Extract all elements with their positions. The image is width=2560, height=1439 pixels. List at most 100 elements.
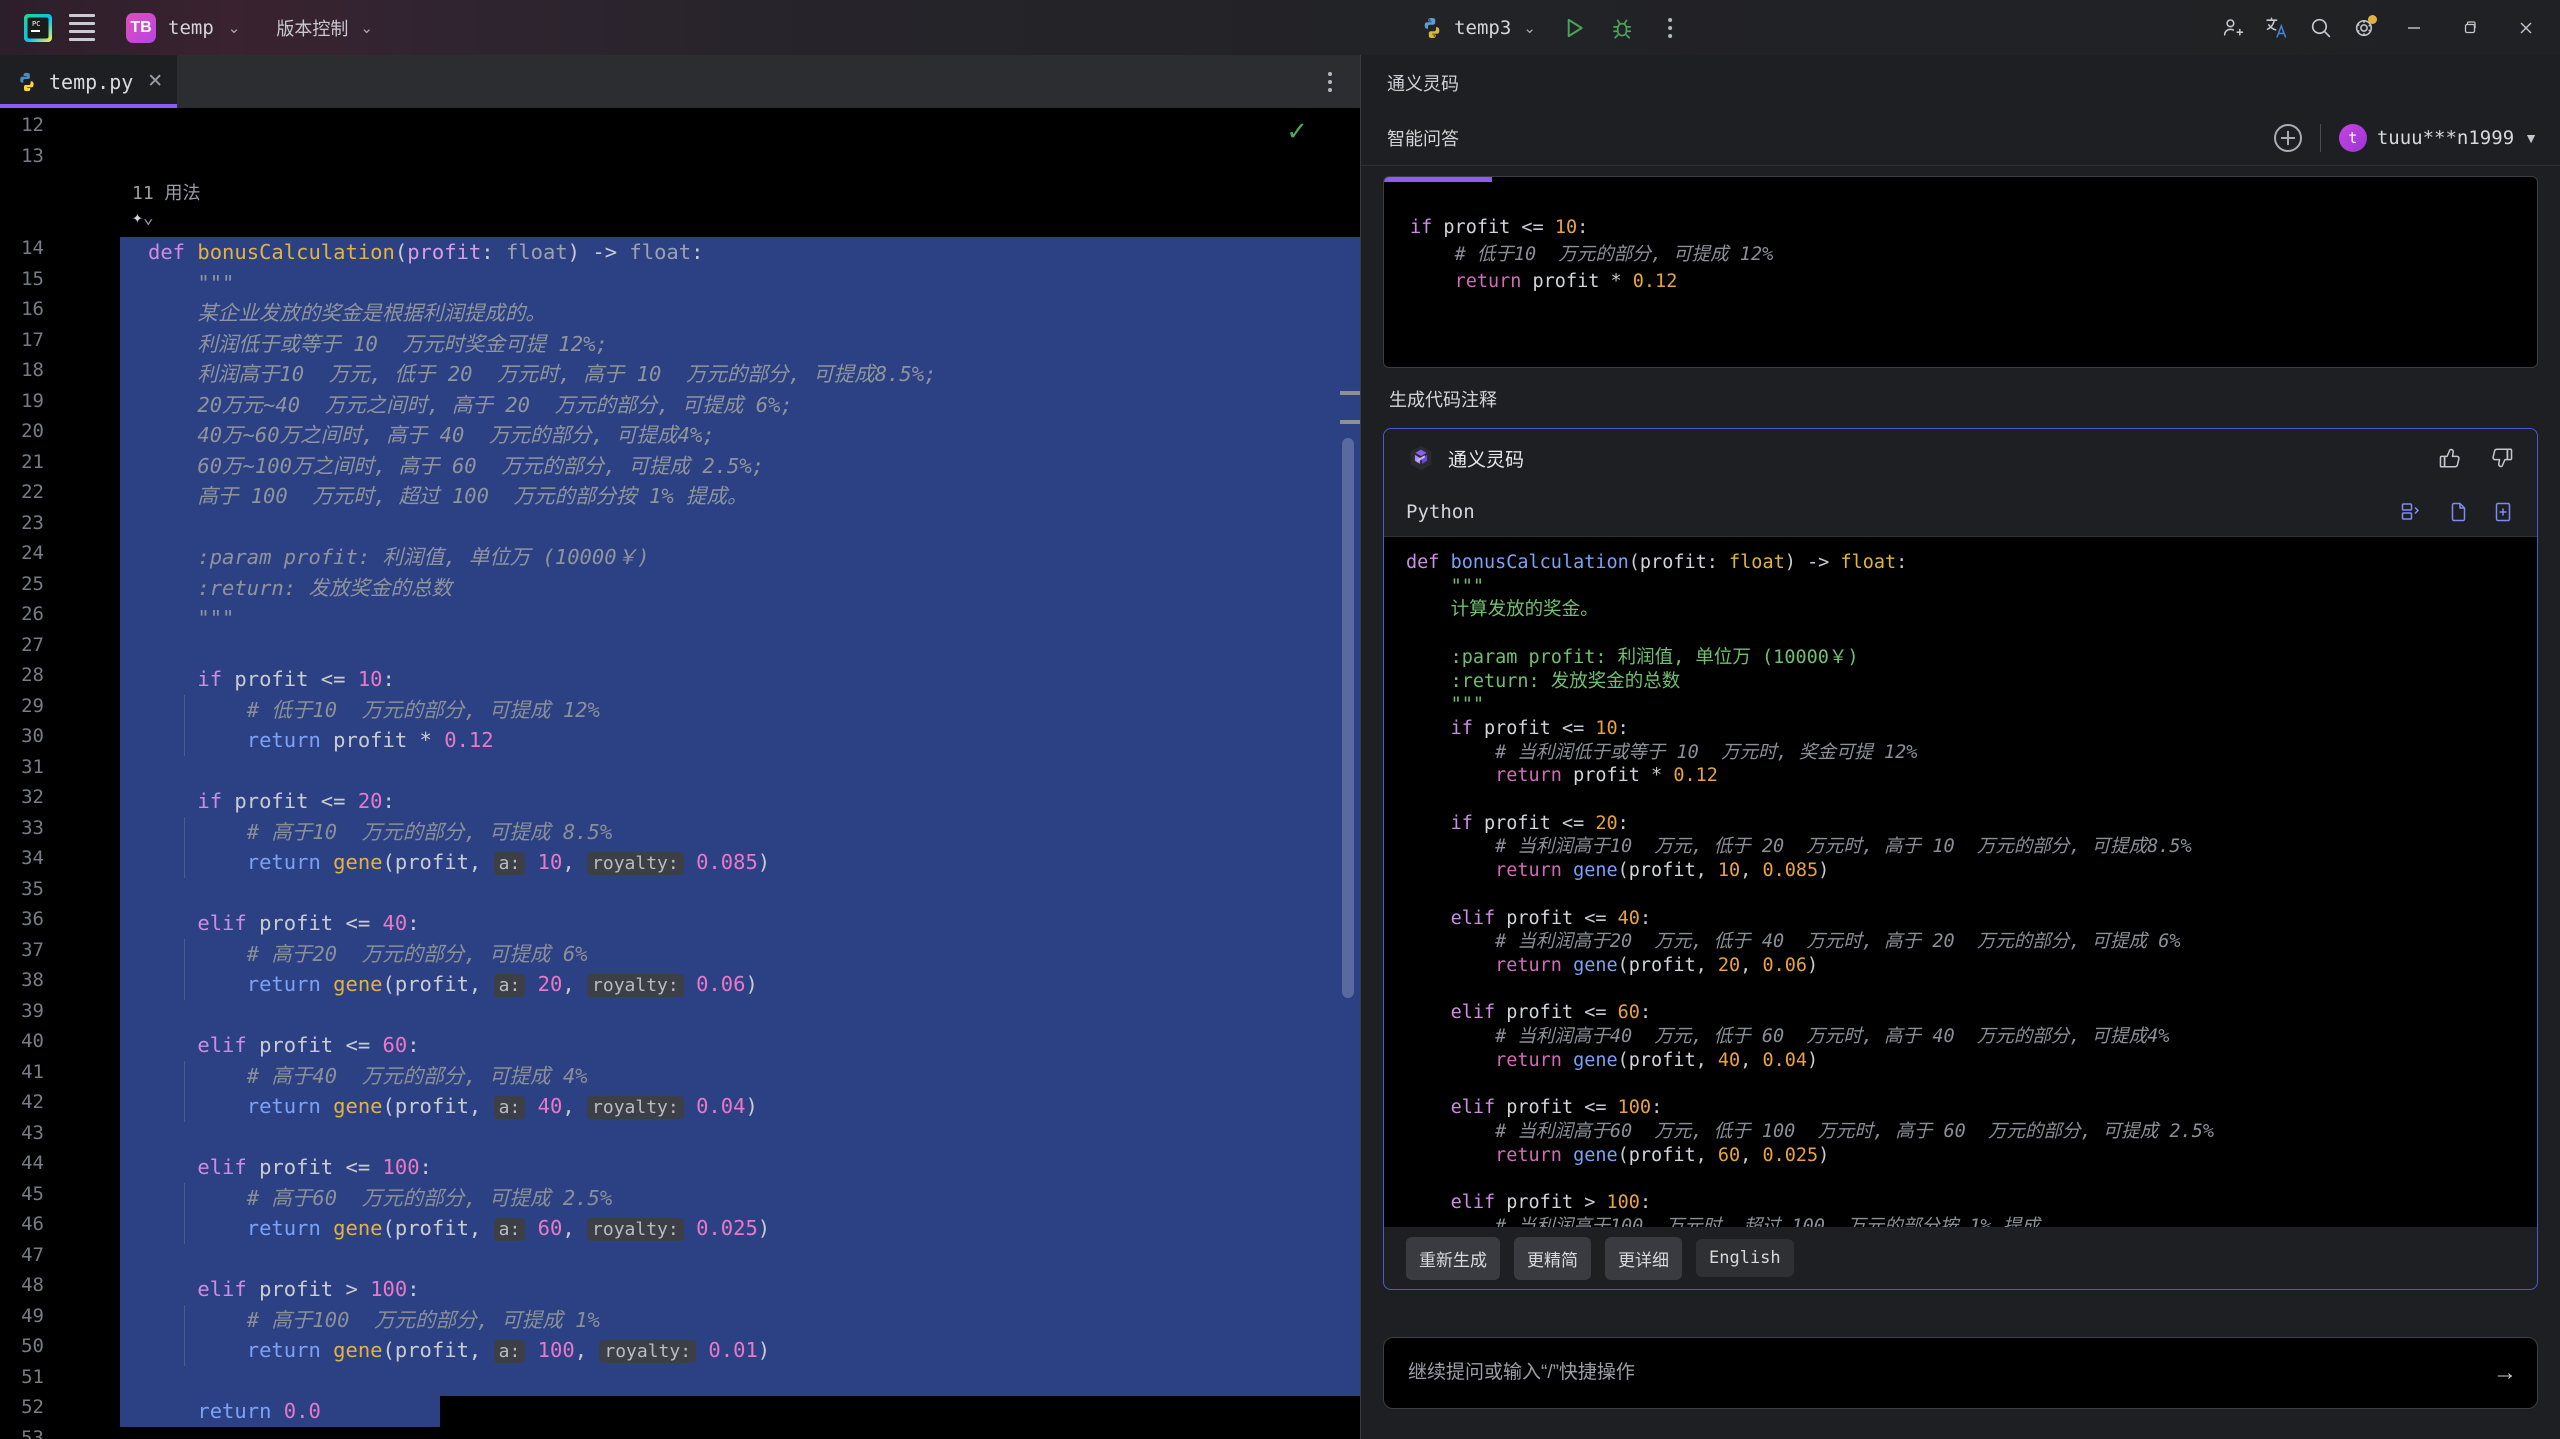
title-bar: PC TB temp ⌄ 版本控制 ⌄ temp3 ⌄ bbox=[0, 0, 2560, 55]
ai-prompt-input[interactable] bbox=[1408, 1362, 2493, 1384]
code-line[interactable]: :param profit: 利润值, 单位万 (10000￥) bbox=[148, 542, 649, 573]
line-number: 38 bbox=[21, 969, 44, 991]
chevron-down-icon: ⌄ bbox=[1523, 19, 1536, 37]
editor-gutter[interactable]: 12 13 14 15 16 17 18 19 20 21 22 23 24 25 26 27 28 29 30 31… bbox=[0, 108, 120, 1439]
code-line[interactable]: """ bbox=[148, 268, 234, 299]
ai-code-line: elif profit > 100: bbox=[1450, 1191, 1652, 1213]
ai-generated-code[interactable]: def bonusCalculation(profit: float) -> f… bbox=[1384, 537, 2537, 1227]
code-line[interactable]: # 高于60 万元的部分, 可提成 2.5% bbox=[148, 1183, 612, 1214]
editor-vertical-scrollbar[interactable] bbox=[1342, 438, 1354, 998]
run-toolbar: temp3 ⌄ bbox=[1408, 0, 1692, 55]
code-line[interactable]: elif profit > 100: bbox=[148, 1274, 419, 1305]
vcs-widget[interactable]: 版本控制 ⌄ bbox=[264, 9, 385, 47]
code-line[interactable]: :return: 发放奖金的总数 bbox=[148, 573, 452, 604]
settings-badge-dot bbox=[2368, 14, 2377, 24]
code-line[interactable]: 高于 100 万元时, 超过 100 万元的部分按 1% 提成。 bbox=[148, 481, 747, 512]
code-line[interactable]: return gene(profit, a: 40, royalty: 0.04… bbox=[148, 1091, 758, 1124]
ai-code-line: # 当利润高于100 万元时, 超过 100 万元的部分按 1% 提成 bbox=[1495, 1215, 2040, 1227]
minimize-button[interactable] bbox=[2386, 0, 2442, 55]
quoted-code-line: """ bbox=[1410, 177, 2537, 187]
translate-icon[interactable] bbox=[2254, 6, 2298, 50]
code-line[interactable]: 某企业发放的奖金是根据利润提成的。 bbox=[148, 298, 546, 329]
code-vision-usages[interactable]: 11 用法 bbox=[132, 179, 201, 205]
ai-inline-action-icon[interactable]: ✦⌄ bbox=[132, 207, 154, 228]
answer-action-chip[interactable]: 重新生成 bbox=[1406, 1236, 1500, 1280]
line-number: 30 bbox=[21, 725, 44, 747]
code-line[interactable]: elif profit <= 60: bbox=[148, 1030, 419, 1061]
code-line[interactable]: return gene(profit, a: 20, royalty: 0.06… bbox=[148, 969, 758, 1002]
code-line[interactable]: return gene(profit, a: 10, royalty: 0.08… bbox=[148, 847, 770, 880]
ai-code-line: :return: 发放奖金的总数 bbox=[1450, 670, 1681, 692]
search-icon[interactable] bbox=[2298, 6, 2342, 50]
code-line[interactable]: elif profit <= 100: bbox=[148, 1152, 432, 1183]
add-account-icon[interactable] bbox=[2210, 6, 2254, 50]
ai-code-line: return gene(profit, 60, 0.025) bbox=[1495, 1144, 1830, 1166]
plus-circle-icon[interactable] bbox=[2273, 123, 2302, 152]
insert-at-caret-icon[interactable] bbox=[2491, 500, 2515, 524]
thumbs-down-icon[interactable] bbox=[2489, 445, 2515, 471]
code-line[interactable]: # 高于40 万元的部分, 可提成 4% bbox=[148, 1061, 588, 1092]
thumbs-up-icon[interactable] bbox=[2437, 445, 2463, 471]
project-name: temp bbox=[168, 16, 214, 39]
accent-bar bbox=[1384, 177, 1492, 182]
run-configuration-selector[interactable]: temp3 ⌄ bbox=[1408, 11, 1548, 45]
code-line[interactable]: # 高于10 万元的部分, 可提成 8.5% bbox=[148, 817, 612, 848]
line-number: 48 bbox=[21, 1274, 44, 1296]
code-editor[interactable]: ✓ 12 13 14 15 16 17 18 19 20 21 22 23 24 25 26 27 28 29 30… bbox=[0, 108, 1360, 1439]
code-line[interactable]: if profit <= 10: bbox=[148, 664, 394, 695]
send-arrow-icon[interactable]: → bbox=[2493, 1359, 2517, 1387]
quoted-code-context: 高于 100 万元时, 超过 100 万元的部分按 1% 提成。 :param … bbox=[1383, 176, 2538, 368]
editor-tab-options[interactable] bbox=[1320, 55, 1360, 108]
code-line[interactable]: def bonusCalculation(profit: float) -> f… bbox=[148, 237, 703, 268]
line-number: 45 bbox=[21, 1182, 44, 1205]
ai-code-line: """ bbox=[1450, 575, 1484, 597]
debug-bug-icon[interactable] bbox=[1600, 6, 1644, 50]
code-canvas[interactable]: 11 用法 ✦⌄ def bonusCalculation(profit: flo… bbox=[120, 108, 1360, 1439]
ai-input-box[interactable]: → bbox=[1383, 1337, 2538, 1409]
code-line[interactable]: # 高于20 万元的部分, 可提成 6% bbox=[148, 939, 588, 970]
code-line[interactable]: 60万~100万之间时, 高于 60 万元的部分, 可提成 2.5%; bbox=[148, 451, 764, 482]
user-account-chip[interactable]: t tuuu***n1999 ▼ bbox=[2338, 123, 2538, 152]
line-number: 20 bbox=[21, 420, 44, 442]
code-line[interactable]: # 高于100 万元的部分, 可提成 1% bbox=[148, 1305, 600, 1336]
code-line[interactable]: if profit <= 20: bbox=[148, 786, 394, 817]
indent-guide bbox=[184, 1304, 185, 1366]
code-line[interactable]: return gene(profit, a: 100, royalty: 0.0… bbox=[148, 1335, 770, 1368]
answer-action-chip[interactable]: 更详细 bbox=[1605, 1236, 1682, 1280]
ai-conversation-scroll[interactable]: 高于 100 万元时, 超过 100 万元的部分按 1% 提成。 :param … bbox=[1361, 166, 2560, 1319]
code-line[interactable]: return 0.0 bbox=[148, 1396, 320, 1427]
close-icon[interactable]: ✕ bbox=[147, 70, 163, 93]
code-line[interactable]: 20万元~40 万元之间时, 高于 20 万元的部分, 可提成 6%; bbox=[148, 390, 792, 421]
code-line[interactable]: 利润低于或等于 10 万元时奖金可提 12%; bbox=[148, 329, 607, 360]
tongyi-lingma-panel: 通义灵码 智能问答 t tuuu***n1999 ▼ 高于 100 万元时, bbox=[1360, 55, 2560, 1439]
line-number: 35 bbox=[21, 877, 44, 900]
close-button[interactable] bbox=[2498, 0, 2554, 55]
compare-diff-icon[interactable] bbox=[2399, 500, 2423, 524]
hamburger-menu-icon[interactable] bbox=[60, 6, 104, 50]
ai-code-line: """ bbox=[1450, 694, 1484, 716]
code-line[interactable]: return gene(profit, a: 60, royalty: 0.02… bbox=[148, 1213, 770, 1246]
chevron-down-icon: ▼ bbox=[2524, 129, 2538, 146]
code-line[interactable]: 40万~60万之间时, 高于 40 万元的部分, 可提成4%; bbox=[148, 420, 714, 451]
code-line[interactable]: elif profit <= 40: bbox=[148, 908, 419, 939]
more-vertical-icon[interactable] bbox=[1320, 64, 1340, 100]
line-number: 24 bbox=[21, 542, 44, 564]
ai-code-line: return profit * 0.12 bbox=[1495, 765, 1718, 787]
tab-smart-qa[interactable]: 智能问答 bbox=[1387, 125, 1459, 151]
more-vertical-icon[interactable] bbox=[1648, 6, 1692, 50]
answer-action-chip[interactable]: English bbox=[1696, 1239, 1794, 1277]
user-name: tuuu***n1999 bbox=[2376, 126, 2515, 149]
quoted-code-line bbox=[1410, 187, 2537, 214]
code-line[interactable]: 利润高于10 万元, 低于 20 万元时, 高于 10 万元的部分, 可提成8.… bbox=[148, 359, 936, 390]
project-selector[interactable]: TB temp ⌄ bbox=[118, 8, 252, 48]
editor-tab-temp-py[interactable]: temp.py ✕ bbox=[0, 55, 178, 108]
copy-icon[interactable] bbox=[2445, 500, 2469, 524]
code-line[interactable]: return profit * 0.12 bbox=[148, 725, 494, 756]
line-number: 23 bbox=[21, 511, 44, 534]
code-line[interactable]: """ bbox=[148, 603, 234, 634]
code-line[interactable]: # 低于10 万元的部分, 可提成 12% bbox=[148, 695, 600, 726]
maximize-button[interactable] bbox=[2442, 0, 2498, 55]
answer-action-chip[interactable]: 更精简 bbox=[1514, 1236, 1591, 1280]
run-play-icon[interactable] bbox=[1552, 6, 1596, 50]
settings-gear-icon[interactable] bbox=[2342, 6, 2386, 50]
